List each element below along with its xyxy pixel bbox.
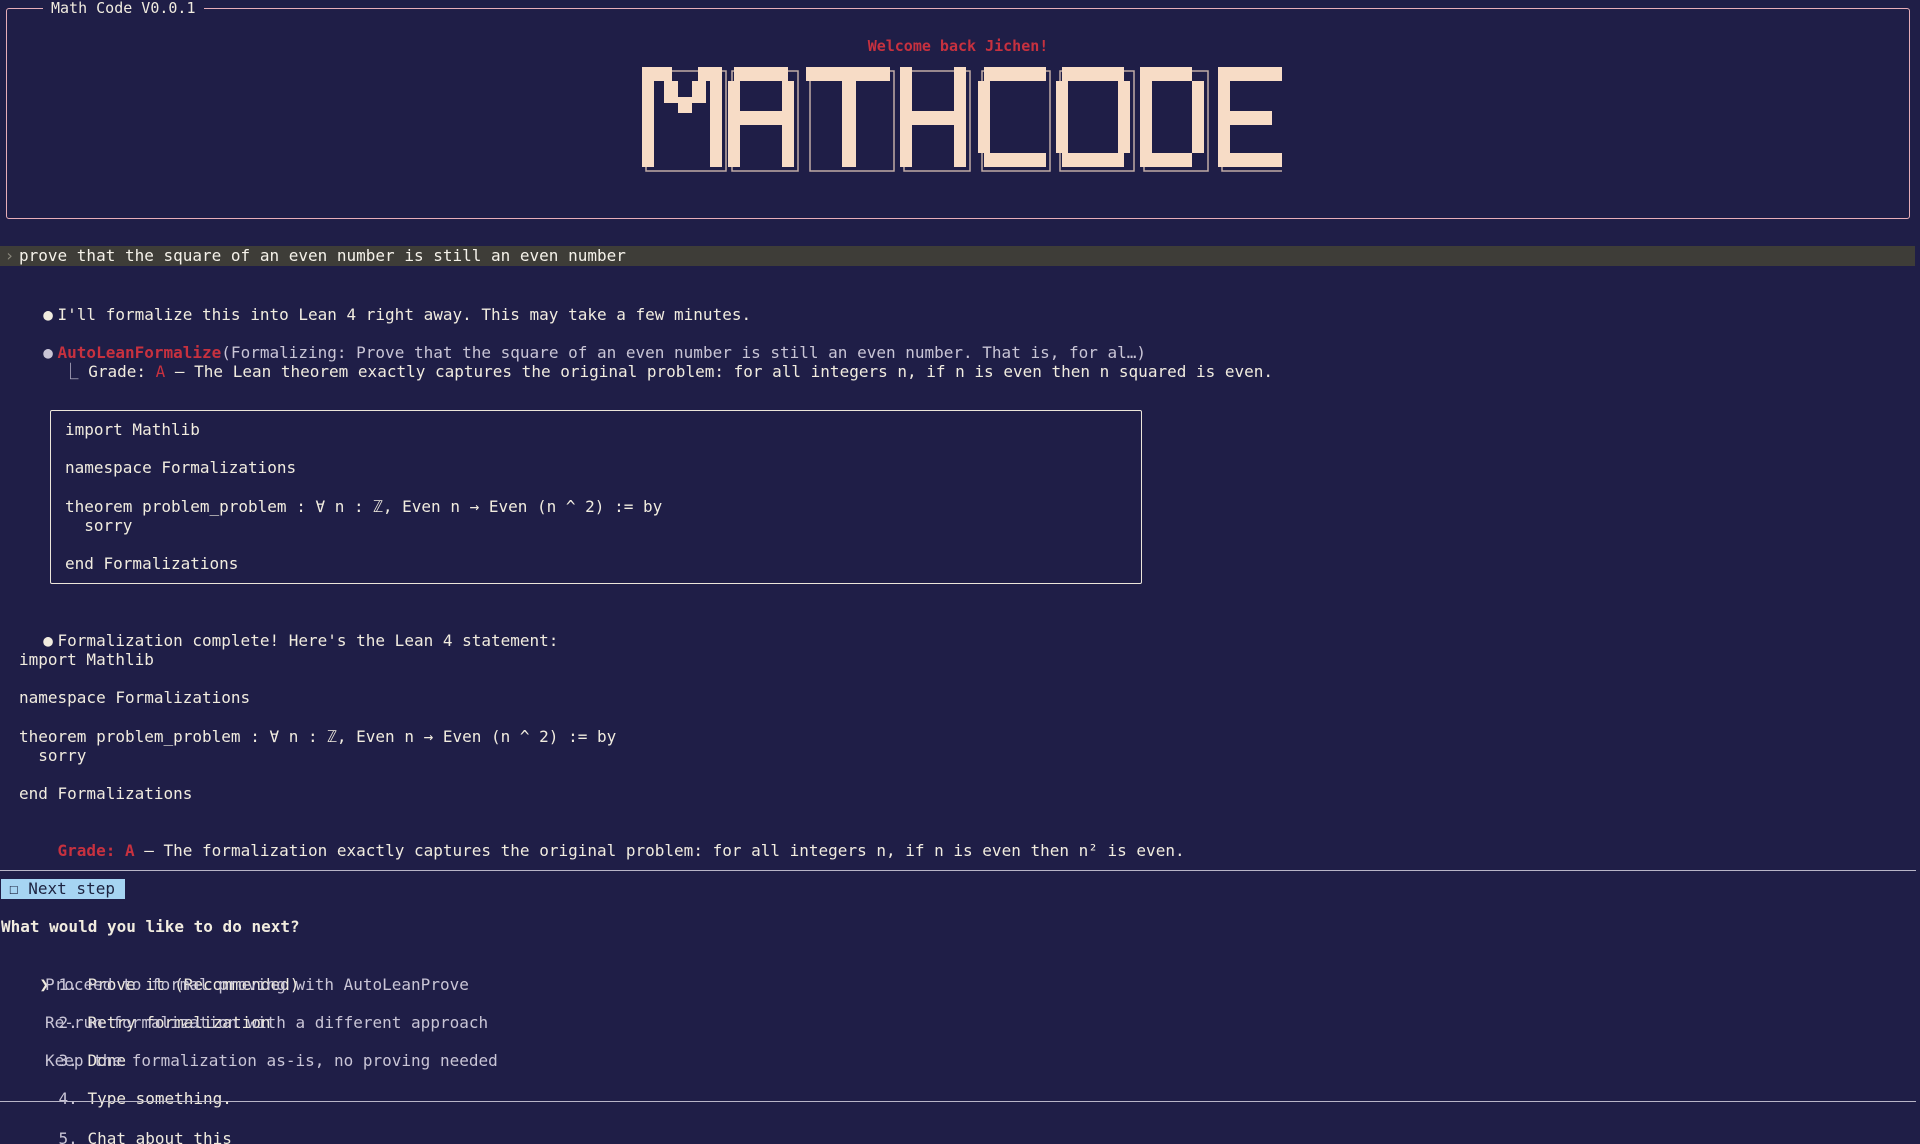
bullet-icon: ●	[43, 631, 53, 650]
code-line: end Formalizations	[65, 554, 239, 573]
option-label: Type something.	[87, 1089, 232, 1108]
code-line: theorem problem_problem : ∀ n : ℤ, Even …	[19, 727, 617, 746]
divider	[0, 1101, 1916, 1102]
lean-code-block: import Mathlib namespace Formalizations …	[50, 410, 1142, 584]
code-line: namespace Formalizations	[65, 458, 297, 477]
option-number: 4.	[58, 1089, 78, 1108]
option-description: Re-run formalization with a different ap…	[45, 1013, 489, 1032]
complete-text: Formalization complete! Here's the Lean …	[57, 631, 559, 650]
grade-explanation: – The Lean theorem exactly captures the …	[165, 362, 1274, 381]
option-description: Proceed to formal proving with AutoLeanP…	[45, 975, 469, 994]
grade-label: Grade:	[88, 362, 146, 381]
divider	[0, 870, 1916, 871]
result-connector-icon: ⎿	[62, 362, 79, 381]
header-panel: Math Code V0.0.1 Welcome back Jichen!	[6, 0, 1910, 219]
grade-explanation: – The formalization exactly captures the…	[134, 841, 1185, 860]
code-line: sorry	[65, 516, 133, 535]
code-line: theorem problem_problem : ∀ n : ℤ, Even …	[65, 497, 663, 516]
app-title: Math Code V0.0.1	[43, 0, 204, 17]
code-line: import Mathlib	[19, 650, 154, 669]
tool-result-line: ⎿ Grade: A – The Lean theorem exactly ca…	[24, 343, 1274, 400]
intro-text: I'll formalize this into Lean 4 right aw…	[57, 305, 752, 324]
option-label: Chat about this	[87, 1129, 232, 1144]
terminal-window: Math Code V0.0.1 Welcome back Jichen! › …	[0, 0, 1920, 1144]
option-number: 5.	[58, 1129, 78, 1144]
next-step-tab[interactable]: ☐ Next step	[1, 879, 125, 899]
bullet-icon: ●	[43, 305, 53, 324]
grade-value: A	[124, 841, 135, 860]
grade-label: Grade:	[57, 841, 116, 860]
code-line: end Formalizations	[19, 784, 193, 803]
code-line: import Mathlib	[65, 420, 200, 439]
grade-value: A	[155, 362, 166, 381]
mathcode-logo	[642, 67, 1282, 172]
prompt-text: prove that the square of an even number …	[19, 246, 626, 265]
welcome-message: Welcome back Jichen!	[867, 37, 1049, 55]
code-line: namespace Formalizations	[19, 688, 251, 707]
option-description: Keep the formalization as-is, no proving…	[45, 1051, 498, 1070]
code-line: sorry	[19, 746, 87, 765]
option-chat-about-this[interactable]: 5. Chat about this	[20, 1110, 232, 1144]
next-step-question: What would you like to do next?	[1, 917, 300, 936]
user-prompt: › prove that the square of an even number…	[0, 246, 1915, 266]
prompt-caret-icon: ›	[4, 246, 15, 265]
